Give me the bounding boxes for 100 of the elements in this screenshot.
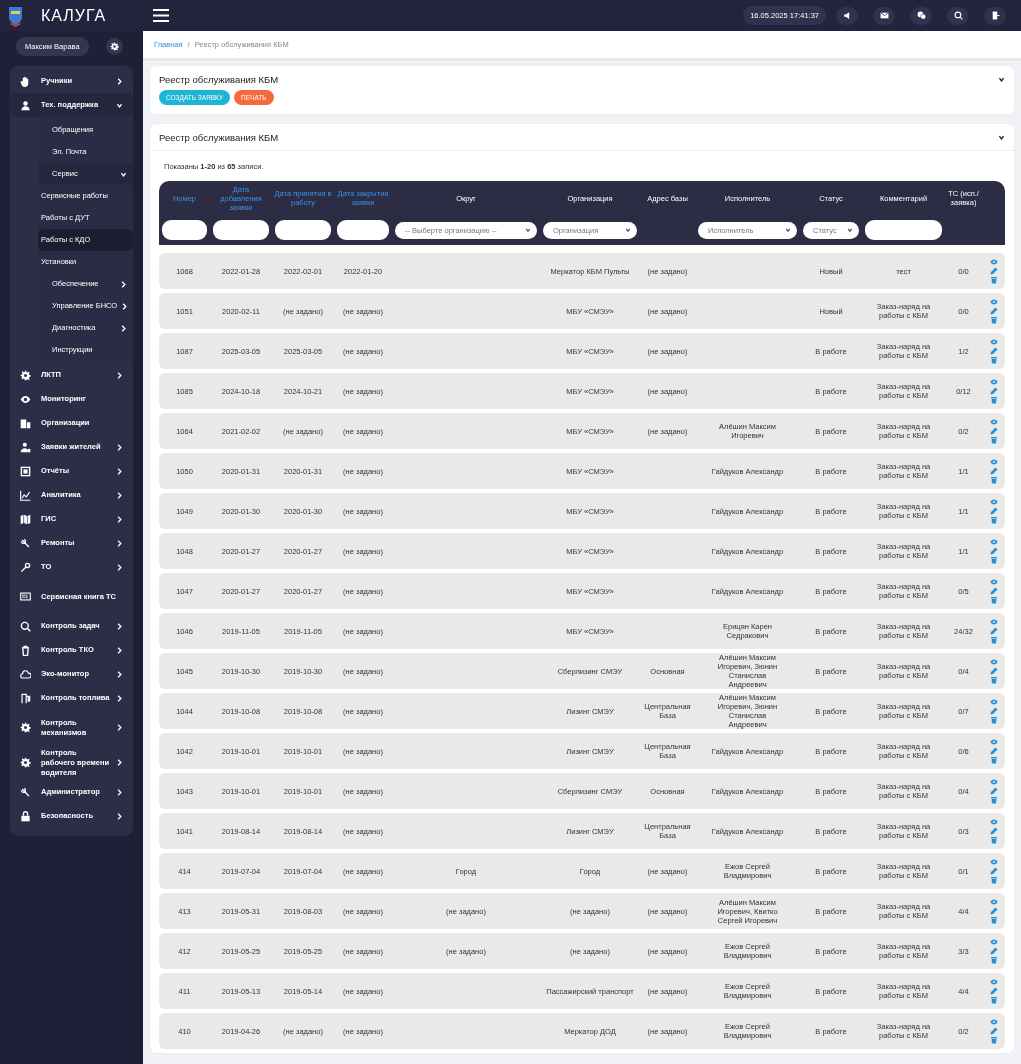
view-button[interactable] — [989, 578, 998, 586]
edit-button[interactable] — [989, 387, 998, 395]
view-button[interactable] — [989, 898, 998, 906]
filter-field[interactable] — [865, 220, 942, 240]
view-button[interactable] — [989, 378, 998, 386]
chevron-right-icon[interactable] — [116, 759, 123, 766]
search-button[interactable] — [947, 6, 969, 25]
view-button[interactable] — [989, 418, 998, 426]
chevron-down-icon[interactable] — [998, 134, 1005, 141]
chevron-right-icon[interactable] — [116, 491, 123, 499]
exit-button[interactable] — [984, 6, 1006, 25]
chevron-right-icon[interactable] — [116, 77, 123, 85]
menu-button[interactable] — [153, 9, 169, 22]
view-button[interactable] — [989, 858, 998, 866]
view-button[interactable] — [989, 538, 998, 546]
edit-button[interactable] — [989, 587, 998, 595]
edit-button[interactable] — [989, 627, 998, 635]
view-button[interactable] — [989, 658, 998, 666]
delete-button[interactable] — [989, 876, 998, 884]
chevron-right-icon[interactable] — [116, 443, 123, 451]
edit-button[interactable] — [989, 787, 998, 795]
delete-button[interactable] — [989, 596, 998, 604]
chevron-right-icon[interactable] — [116, 515, 123, 523]
edit-button[interactable] — [989, 267, 998, 275]
envelope-button[interactable] — [873, 6, 895, 25]
view-button[interactable] — [989, 1018, 998, 1026]
edit-button[interactable] — [989, 1027, 998, 1035]
chat-button[interactable] — [910, 6, 932, 25]
view-button[interactable] — [989, 818, 998, 826]
chevron-right-icon[interactable] — [116, 724, 123, 731]
view-button[interactable] — [989, 258, 998, 266]
edit-button[interactable] — [989, 947, 998, 955]
gear-icon — [20, 757, 31, 768]
chevron-right-icon[interactable] — [116, 670, 123, 678]
filter-field[interactable] — [275, 220, 331, 240]
chevron-right-icon[interactable] — [121, 302, 129, 310]
chevron-right-icon[interactable] — [116, 563, 123, 571]
edit-button[interactable] — [989, 827, 998, 835]
chevron-right-icon[interactable] — [116, 788, 123, 796]
map-icon — [20, 513, 31, 525]
megaphone-button[interactable] — [836, 6, 858, 25]
delete-button[interactable] — [989, 316, 998, 324]
delete-button[interactable] — [989, 396, 998, 404]
delete-button[interactable] — [989, 716, 998, 724]
delete-button[interactable] — [989, 556, 998, 564]
edit-button[interactable] — [989, 427, 998, 435]
view-button[interactable] — [989, 738, 998, 746]
delete-button[interactable] — [989, 676, 998, 684]
chevron-right-icon[interactable] — [116, 812, 123, 820]
view-button[interactable] — [989, 698, 998, 706]
delete-button[interactable] — [989, 996, 998, 1004]
edit-button[interactable] — [989, 747, 998, 755]
chevron-right-icon[interactable] — [116, 646, 123, 654]
view-button[interactable] — [989, 978, 998, 986]
delete-button[interactable] — [989, 636, 998, 644]
delete-button[interactable] — [989, 476, 998, 484]
delete-button[interactable] — [989, 356, 998, 364]
edit-button[interactable] — [989, 547, 998, 555]
delete-button[interactable] — [989, 516, 998, 524]
edit-button[interactable] — [989, 467, 998, 475]
delete-button[interactable] — [989, 1036, 998, 1044]
view-button[interactable] — [989, 458, 998, 466]
view-button[interactable] — [989, 298, 998, 306]
gear-icon — [20, 722, 31, 733]
chevron-right-icon[interactable] — [116, 694, 123, 702]
delete-button[interactable] — [989, 956, 998, 964]
view-button[interactable] — [989, 498, 998, 506]
delete-button[interactable] — [989, 836, 998, 844]
chevron-right-icon[interactable] — [116, 539, 123, 547]
view-button[interactable] — [989, 938, 998, 946]
view-button[interactable] — [989, 618, 998, 626]
panel-title: Реестр обслуживания КБМ — [159, 132, 279, 143]
delete-button[interactable] — [989, 276, 998, 284]
edit-button[interactable] — [989, 347, 998, 355]
edit-button[interactable] — [989, 987, 998, 995]
edit-button[interactable] — [989, 667, 998, 675]
delete-button[interactable] — [989, 756, 998, 764]
delete-button[interactable] — [989, 916, 998, 924]
envelope-icon — [879, 11, 889, 20]
chevron-right-icon[interactable] — [116, 467, 123, 475]
edit-button[interactable] — [989, 907, 998, 915]
filter-field[interactable] — [162, 220, 207, 240]
fuel-pump-icon — [20, 692, 31, 704]
wrench-icon — [20, 786, 31, 798]
edit-button[interactable] — [989, 707, 998, 715]
delete-button[interactable] — [989, 436, 998, 444]
edit-button[interactable] — [989, 507, 998, 515]
chevron-right-icon[interactable] — [120, 324, 127, 332]
filter-field[interactable] — [213, 220, 269, 240]
chevron-down-icon[interactable] — [998, 76, 1005, 83]
chevron-right-icon[interactable] — [116, 622, 123, 630]
delete-button[interactable] — [989, 796, 998, 804]
settings-button[interactable] — [106, 38, 123, 55]
view-button[interactable] — [989, 338, 998, 346]
filter-field[interactable] — [337, 220, 389, 240]
chevron-right-icon[interactable] — [120, 280, 127, 288]
edit-button[interactable] — [989, 307, 998, 315]
chevron-right-icon[interactable] — [116, 371, 123, 379]
view-button[interactable] — [989, 778, 998, 786]
edit-button[interactable] — [989, 867, 998, 875]
